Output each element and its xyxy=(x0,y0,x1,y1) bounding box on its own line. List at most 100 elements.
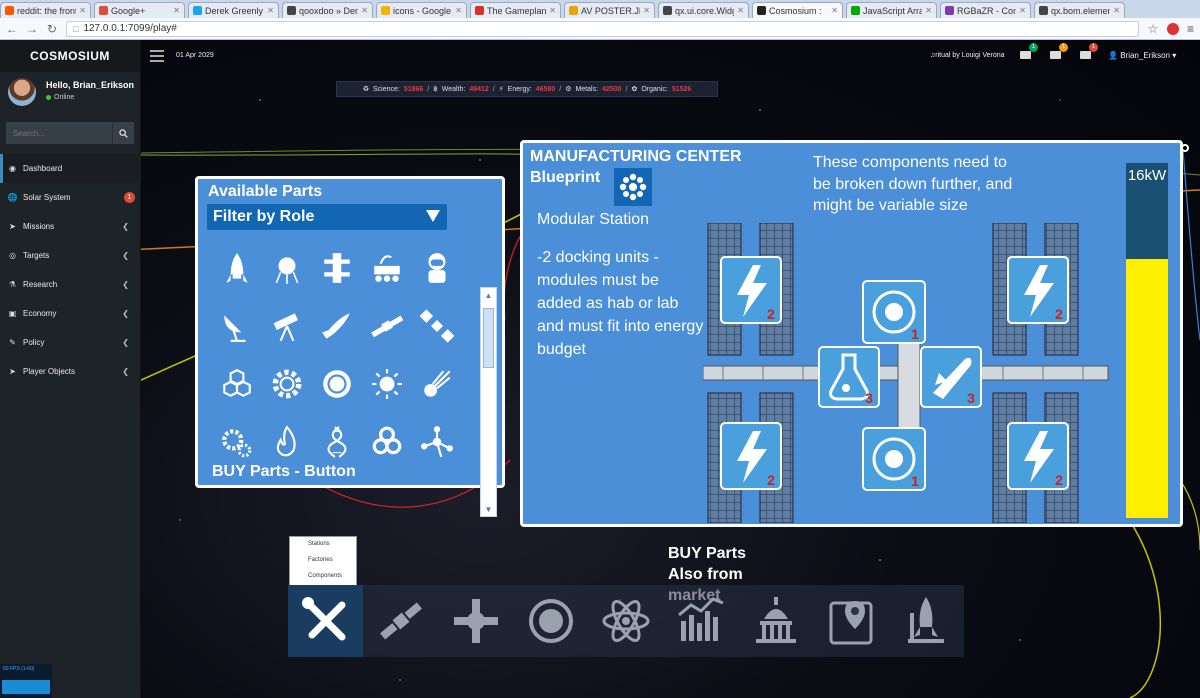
sidebar-item-missions[interactable]: ➤ Missions ❮ xyxy=(0,212,141,241)
browser-tab[interactable]: AV POSTER.JPG✕ xyxy=(564,2,655,18)
sidebar-item-policy[interactable]: ✎ Policy ❮ xyxy=(0,328,141,357)
toolbar-button-asteroid[interactable] xyxy=(513,585,588,657)
browser-tab[interactable]: qx.ui.core.Widge✕ xyxy=(658,2,749,18)
browser-tab[interactable]: qooxdoo » Demo✕ xyxy=(282,2,373,18)
part-ring-icon[interactable] xyxy=(312,355,362,413)
scroll-up-icon[interactable]: ▲ xyxy=(481,288,496,302)
part-molecule-icon[interactable] xyxy=(212,355,262,413)
scroll-down-icon[interactable]: ▼ xyxy=(481,502,496,516)
close-tab-icon[interactable]: ✕ xyxy=(267,6,274,15)
part-astronaut-icon[interactable] xyxy=(412,239,462,297)
toolbar-button-launch[interactable] xyxy=(889,585,964,657)
close-tab-icon[interactable]: ✕ xyxy=(549,6,556,15)
sidebar-item-economy[interactable]: ▣ Economy ❮ xyxy=(0,299,141,328)
envelope-icon[interactable]: 1 xyxy=(1020,43,1038,60)
blueprint-label: Blueprint xyxy=(530,169,601,186)
page-icon: □ xyxy=(73,23,79,34)
close-tab-icon[interactable]: ✕ xyxy=(455,6,462,15)
manufacturing-title: MANUFACTURING CENTER xyxy=(530,148,742,165)
browser-tab[interactable]: Google+ ✕ xyxy=(94,2,185,18)
toolbar-button-tools[interactable] xyxy=(288,585,364,657)
toolbar-button-station[interactable] xyxy=(438,585,513,657)
part-biohazard-icon[interactable] xyxy=(362,413,412,471)
close-tab-icon[interactable]: ✕ xyxy=(1113,6,1120,15)
part-rover-icon[interactable] xyxy=(362,239,412,297)
browser-tab[interactable]: The Gameplan - ✕ xyxy=(470,2,561,18)
close-tab-icon[interactable]: ✕ xyxy=(1019,6,1026,15)
browser-tab[interactable]: icons - Google D✕ xyxy=(376,2,467,18)
tab-label: Google+ xyxy=(111,5,146,16)
part-satellite-dish-icon[interactable] xyxy=(212,297,262,355)
tab-label: qx.bom.element xyxy=(1051,5,1111,16)
blueprint-flower-icon[interactable] xyxy=(614,168,652,206)
user-menu[interactable]: 👤 Brian_Erikson ▾ xyxy=(1108,51,1176,60)
browser-tab[interactable]: Derek Greenly (✕ xyxy=(188,2,279,18)
toolbar-button-map-pin[interactable] xyxy=(814,585,889,657)
close-tab-icon[interactable]: ✕ xyxy=(925,6,932,15)
part-gear-icon[interactable] xyxy=(262,355,312,413)
menu-item-stations[interactable]: Stations xyxy=(308,541,356,557)
close-tab-icon[interactable]: ✕ xyxy=(643,6,650,15)
hab-module[interactable]: 3 xyxy=(920,346,982,408)
power-module-bottom-right[interactable]: 2 xyxy=(1007,422,1069,490)
reload-icon[interactable]: ↻ xyxy=(46,22,58,36)
part-telescope-icon[interactable] xyxy=(262,297,312,355)
game-viewport[interactable]: COSMOSIUM Hello, Brian_Erikson Online ◉ D… xyxy=(0,40,1200,698)
part-solar-satellite-icon[interactable] xyxy=(412,297,462,355)
parts-scrollbar[interactable]: ▲ ▼ xyxy=(480,287,497,517)
part-sputnik-icon[interactable] xyxy=(262,239,312,297)
part-shuttle-icon[interactable] xyxy=(312,297,362,355)
sidebar-item-targets[interactable]: ◎ Targets ❮ xyxy=(0,241,141,270)
sidebar-toggle-icon[interactable] xyxy=(150,50,164,65)
role-filter-select[interactable]: Filter by Role xyxy=(207,204,447,230)
part-comet-icon[interactable] xyxy=(412,355,462,413)
power-module-top-right[interactable]: 2 xyxy=(1007,256,1069,324)
docking-module-bottom[interactable]: 1 xyxy=(862,427,926,491)
part-satellite-icon[interactable] xyxy=(362,297,412,355)
docking-module-top[interactable]: 1 xyxy=(862,280,926,344)
search-input[interactable] xyxy=(6,122,112,144)
part-molecule-node-icon[interactable] xyxy=(412,413,462,471)
sidebar-item-player-objects[interactable]: ➤ Player Objects ❮ xyxy=(0,357,141,386)
url-field[interactable]: □ 127.0.0.1:7099/play# xyxy=(66,20,1139,37)
browser-tab[interactable]: Cosmosium : ✕ xyxy=(752,2,843,18)
envelope-icon[interactable]: 1 xyxy=(1080,43,1098,60)
close-tab-icon[interactable]: ✕ xyxy=(361,6,368,15)
toolbar-button-satellite[interactable] xyxy=(363,585,438,657)
forward-icon[interactable]: → xyxy=(26,22,38,36)
power-module-top-left[interactable]: 2 xyxy=(720,256,782,324)
back-icon[interactable]: ← xyxy=(6,22,18,36)
browser-tab[interactable]: reddit: the front ✕ xyxy=(0,2,91,18)
browser-tab[interactable]: JavaScript Array ✕ xyxy=(846,2,937,18)
browser-tab[interactable]: RGBaZR - Conv ✕ xyxy=(940,2,1031,18)
orbit-marker-icon[interactable] xyxy=(1181,144,1189,152)
close-tab-icon[interactable]: ✕ xyxy=(173,6,180,15)
part-rocket-icon[interactable] xyxy=(212,239,262,297)
brand-logo[interactable]: COSMOSIUM xyxy=(0,40,140,72)
scroll-thumb[interactable] xyxy=(483,308,494,368)
close-tab-icon[interactable]: ✕ xyxy=(79,6,86,15)
part-station-truss-icon[interactable] xyxy=(312,239,362,297)
music-track[interactable]: ♫ritual by Louigi Verona xyxy=(930,52,1005,59)
power-module-bottom-left[interactable]: 2 xyxy=(720,422,782,490)
sidebar-item-solar-system[interactable]: 🌐 Solar System 1 xyxy=(0,183,141,212)
ring-icon xyxy=(323,370,351,398)
sidebar-item-research[interactable]: ⚗ Research ❮ xyxy=(0,270,141,299)
part-sun-icon[interactable] xyxy=(362,355,412,413)
browser-menu-icon[interactable]: ≡ xyxy=(1187,22,1194,36)
browser-tab[interactable]: qx.bom.element ✕ xyxy=(1034,2,1125,18)
toolbar-button-market-chart[interactable] xyxy=(664,585,739,657)
buy-parts-button[interactable]: BUY Parts - Button xyxy=(212,463,356,481)
energy-budget-fill xyxy=(1126,258,1168,518)
extension-icon[interactable] xyxy=(1166,22,1179,35)
close-tab-icon[interactable]: ✕ xyxy=(831,6,838,15)
envelope-icon[interactable]: 1 xyxy=(1050,43,1068,60)
bookmark-star-icon[interactable]: ☆ xyxy=(1147,22,1159,36)
lab-module[interactable]: 3 xyxy=(818,346,880,408)
menu-item-factories[interactable]: Factories xyxy=(308,557,356,573)
close-tab-icon[interactable]: ✕ xyxy=(737,6,744,15)
toolbar-button-capitol[interactable] xyxy=(739,585,814,657)
toolbar-button-atom[interactable] xyxy=(588,585,663,657)
sidebar-item-dashboard[interactable]: ◉ Dashboard xyxy=(0,154,141,183)
search-button[interactable] xyxy=(112,122,134,144)
